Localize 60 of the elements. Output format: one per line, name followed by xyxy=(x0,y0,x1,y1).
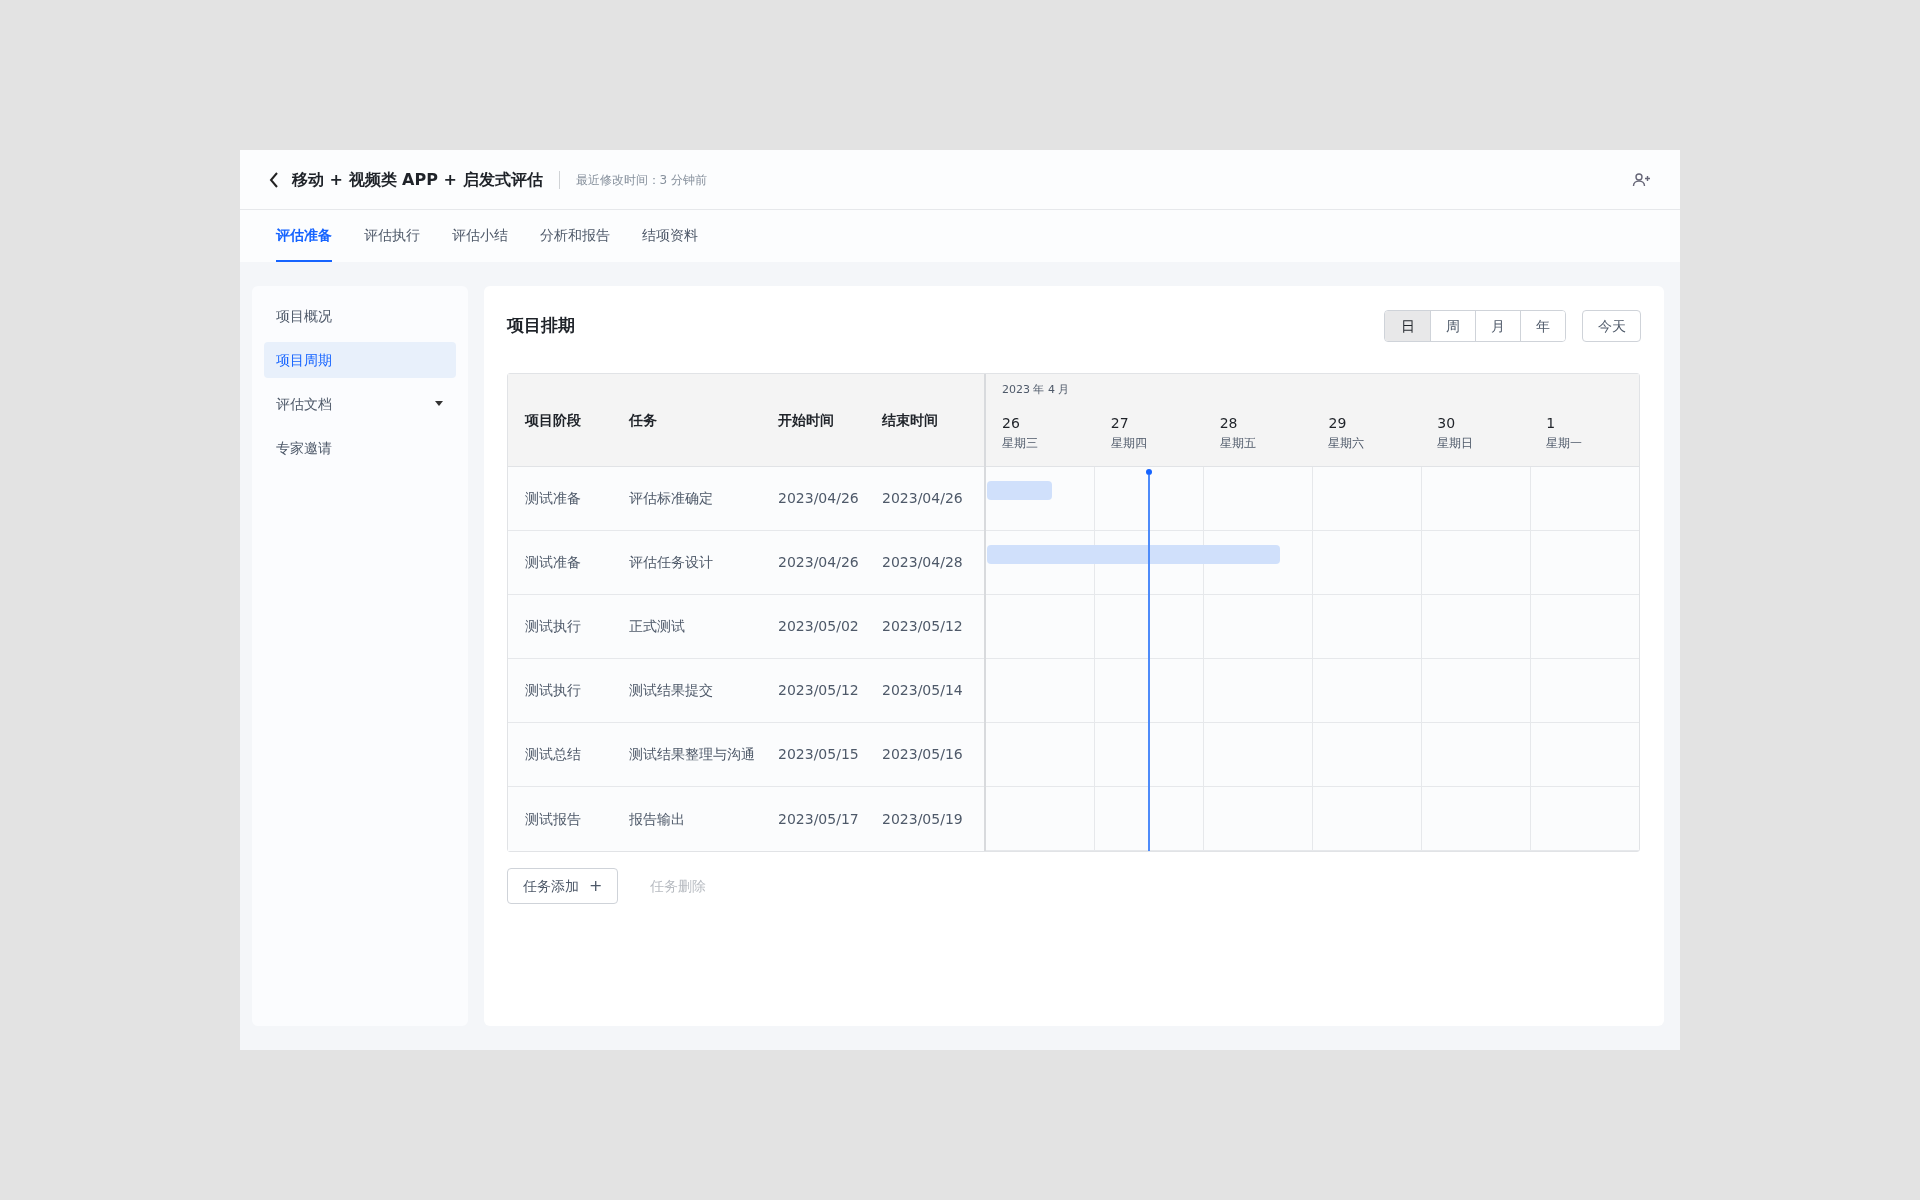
day-number: 30 xyxy=(1437,413,1456,433)
column-header: 任务 xyxy=(629,410,658,430)
back-icon[interactable] xyxy=(268,170,280,189)
tab[interactable]: 评估执行 xyxy=(364,210,420,262)
table-cell-text: 测试结果提交 xyxy=(629,681,714,700)
day-number: 26 xyxy=(1002,413,1020,433)
day-number: 28 xyxy=(1219,413,1238,433)
table-cell-text: 2023/05/14 xyxy=(882,681,964,700)
column-header: 结束时间 xyxy=(882,410,939,430)
tab[interactable]: 评估准备 xyxy=(276,210,332,262)
caret-icon xyxy=(434,401,444,407)
weekday-label: 星期三 xyxy=(1002,434,1038,452)
view-toggle[interactable]: 日 xyxy=(1385,311,1430,341)
table-cell-text: 测试结果整理与沟通 xyxy=(629,745,756,764)
project-title: 移动 + 视频类 APP + 启发式评估 xyxy=(292,168,543,191)
sidebar-item[interactable]: 评估文档 xyxy=(264,386,456,422)
table-cell-text: 测试总结 xyxy=(525,745,582,764)
today-button[interactable]: 今天 xyxy=(1582,310,1641,342)
table-cell-text: 测试准备 xyxy=(525,489,582,508)
table-cell-text: 2023/05/16 xyxy=(882,745,964,764)
table-cell-text: 2023/04/26 xyxy=(778,553,860,572)
last-modified-text: 最近修改时间：3 分钟前 xyxy=(575,171,707,189)
column-header: 开始时间 xyxy=(778,410,835,430)
weekday-label: 星期四 xyxy=(1110,434,1147,452)
sidebar-item[interactable]: 项目概况 xyxy=(264,298,456,334)
table-cell-text: 报告输出 xyxy=(629,809,686,829)
table-cell-text: 2023/05/02 xyxy=(778,617,860,636)
day-number: 1 xyxy=(1546,413,1556,433)
weekday-label: 星期日 xyxy=(1437,434,1474,452)
month-label: 2023 年 4 月 xyxy=(1002,382,1070,398)
weekday-label: 星期六 xyxy=(1328,434,1365,452)
table-cell-text: 2023/05/12 xyxy=(882,617,964,636)
weekday-label: 星期五 xyxy=(1219,434,1256,452)
table-cell-text: 2023/05/15 xyxy=(778,745,860,764)
table-cell-text: 2023/05/12 xyxy=(778,681,860,700)
table-cell-text: 评估任务设计 xyxy=(629,553,714,572)
add-user-icon[interactable] xyxy=(1632,171,1652,188)
table-cell-text: 正式测试 xyxy=(629,617,686,636)
table-cell-text: 测试执行 xyxy=(525,681,582,700)
tab[interactable]: 分析和报告 xyxy=(540,210,610,262)
add-task-button[interactable]: 任务添加 + xyxy=(507,868,619,904)
table-cell-text: 2023/04/26 xyxy=(778,489,860,508)
table-cell-text: 评估标准确定 xyxy=(629,489,714,508)
day-number: 29 xyxy=(1328,413,1347,433)
table-cell-text: 测试准备 xyxy=(525,553,582,572)
sidebar-item[interactable]: 项目周期 xyxy=(264,342,456,378)
sidebar-item[interactable]: 专家邀请 xyxy=(264,430,456,466)
column-header: 项目阶段 xyxy=(525,410,582,430)
table-cell-text: 2023/04/26 xyxy=(882,489,964,508)
table-cell-text: 测试执行 xyxy=(525,617,582,636)
view-toggle[interactable]: 年 xyxy=(1520,311,1565,341)
table-cell-text: 测试报告 xyxy=(525,809,582,829)
table-cell-text: 2023/05/17 xyxy=(778,809,860,829)
table-cell-text: 2023/05/19 xyxy=(882,809,964,829)
table-cell-text: 2023/04/28 xyxy=(882,553,964,572)
tab[interactable]: 评估小结 xyxy=(452,210,508,262)
tab[interactable]: 结项资料 xyxy=(642,210,698,262)
panel-title: 项目排期 xyxy=(507,314,575,338)
weekday-label: 星期一 xyxy=(1546,434,1583,452)
day-number: 27 xyxy=(1110,413,1129,433)
